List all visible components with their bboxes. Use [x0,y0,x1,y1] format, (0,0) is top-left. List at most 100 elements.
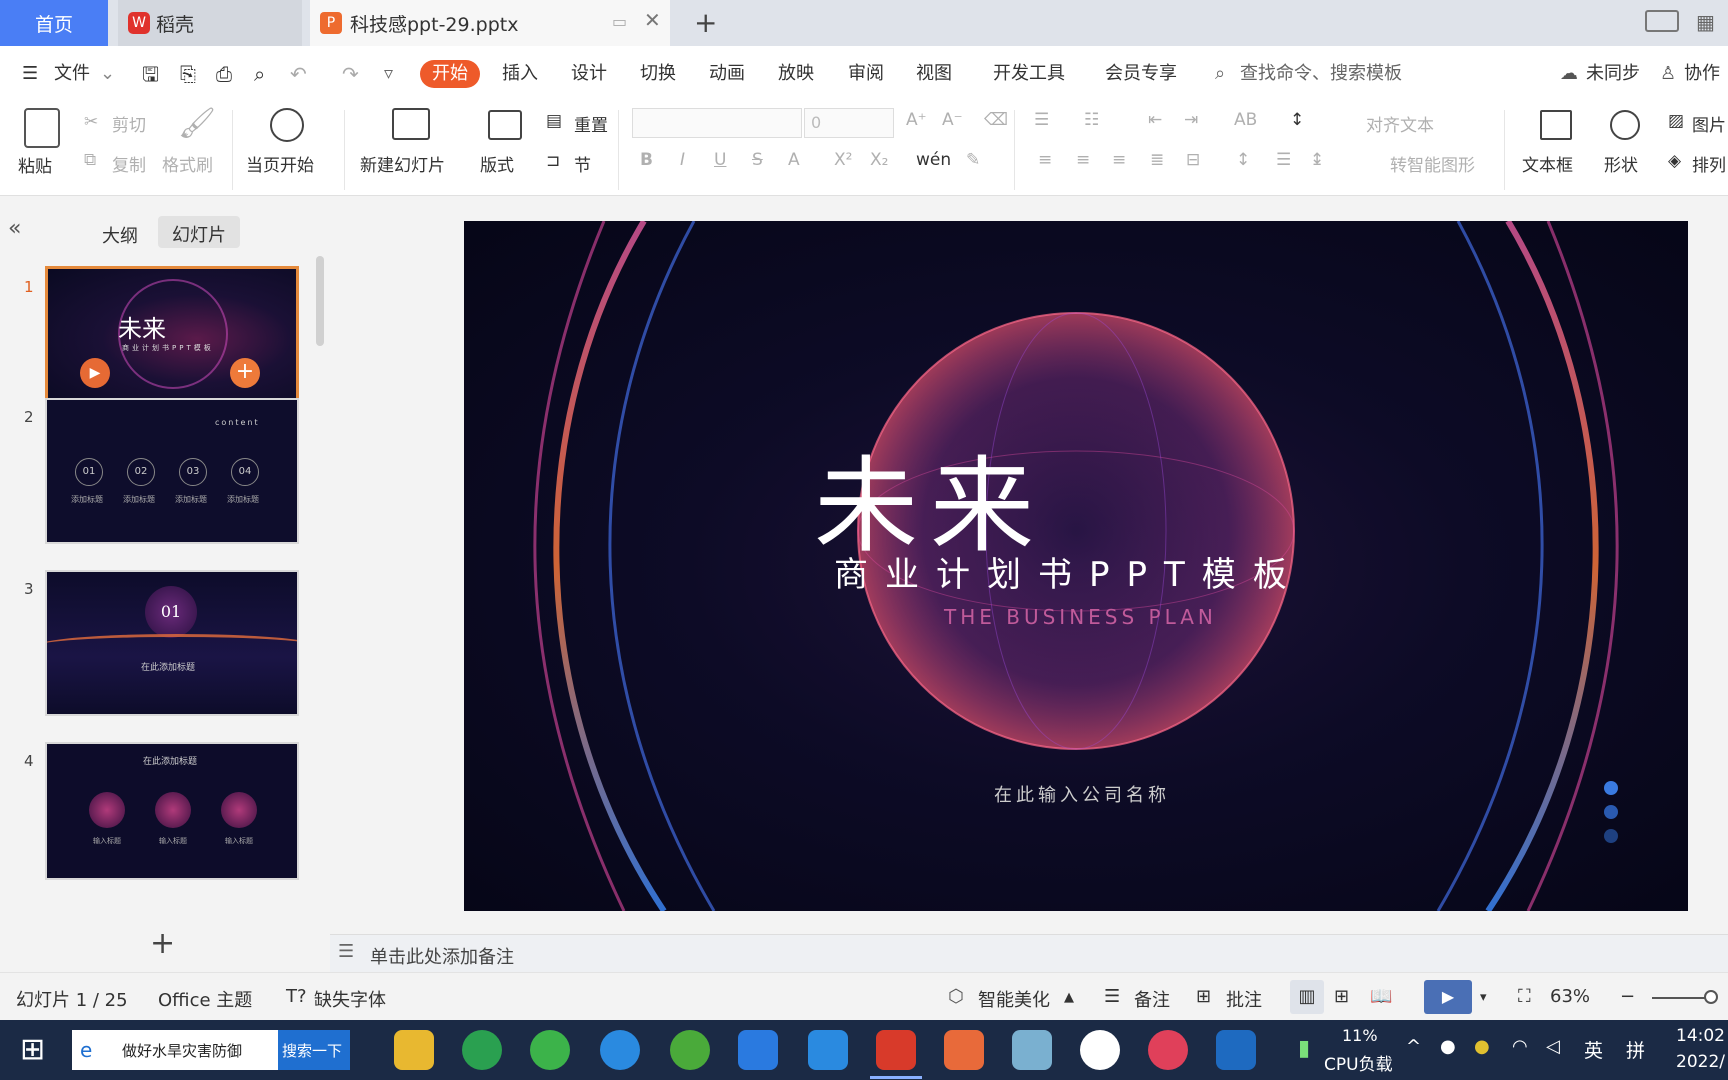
notes-toggle-button[interactable]: 备注 [1134,986,1170,1012]
normal-view-icon[interactable]: ▥ [1290,980,1324,1014]
zoom-out-button[interactable]: − [1620,986,1635,1007]
chevron-down-icon[interactable]: ⌄ [100,60,115,88]
command-search-input[interactable]: 查找命令、搜索模板 [1240,60,1402,88]
from-current-button[interactable]: 当页开始 [246,151,314,176]
menu-transition[interactable]: 切换 [640,60,676,88]
arrange-button[interactable]: 排列 [1692,151,1726,176]
line-spacing-icon[interactable]: ↕ [1236,150,1250,170]
distribute-icon[interactable]: ⊟ [1186,150,1200,170]
company-name[interactable]: 在此输入公司名称 [994,781,1170,807]
tab-document[interactable]: P 科技感ppt-29.pptx ▭ ✕ [310,0,670,46]
file-menu[interactable]: 文件 [54,60,90,88]
video-player-icon[interactable] [1216,1030,1256,1070]
sort-icon[interactable]: ↕ [1290,110,1304,130]
customize-quick-icon[interactable]: ▿ [384,60,393,88]
shape-button[interactable]: 形状 [1604,151,1638,176]
paste-button[interactable]: 粘贴 [18,152,52,177]
layout-icon[interactable] [488,110,522,140]
baidu-netdisk-icon[interactable] [1080,1030,1120,1070]
slides-tab[interactable]: 幻灯片 [158,216,240,248]
phonetic-icon[interactable]: wén [916,150,951,170]
menu-developer[interactable]: 开发工具 [993,60,1065,88]
new-slide-icon[interactable] [392,108,430,140]
subscript-icon[interactable]: X₂ [870,150,888,170]
slide-thumbnail-2[interactable]: content 01 02 03 04 添加标题 添加标题 添加标题 添加标题 [45,398,299,544]
save-icon[interactable]: 🖫 [142,60,159,88]
numbered-list-icon[interactable]: ☷ [1084,110,1099,130]
slide-canvas[interactable]: 未来 商业计划书PPT模板 THE BUSINESS PLAN 在此输入公司名称 [464,221,1688,911]
search-button[interactable]: 搜索一下 [278,1030,350,1070]
tag-app-icon[interactable] [1148,1030,1188,1070]
window-icon[interactable]: ▭ [612,12,627,31]
zoom-slider-handle[interactable] [1704,990,1718,1004]
feishu-icon[interactable] [738,1030,778,1070]
section-button[interactable]: 节 [574,151,591,176]
shape-icon[interactable] [1610,110,1640,140]
slide-subtitle[interactable]: 商业计划书PPT模板 [834,547,1304,596]
picture-button[interactable]: 图片 [1692,111,1726,136]
italic-icon[interactable]: I [680,150,685,170]
notes-placeholder[interactable]: 单击此处添加备注 [370,943,514,969]
slide-thumbnail-1[interactable]: 未来 商业计划书PPT模板 [45,266,299,412]
outline-tab[interactable]: 大纲 [102,222,138,248]
collaborate-button[interactable]: 协作 [1684,60,1720,88]
ime-language[interactable]: 英 [1584,1036,1603,1063]
cut-button[interactable]: 剪切 [112,111,146,136]
comment-button[interactable]: 批注 [1226,986,1262,1012]
page-view-icon[interactable] [1645,10,1679,32]
edge-icon[interactable] [670,1030,710,1070]
format-painter-button[interactable]: 格式刷 [162,151,213,176]
wps-ppt-icon[interactable] [944,1030,984,1070]
tray-expand-icon[interactable]: ^ [1406,1036,1421,1057]
play-slideshow-button[interactable]: ▶ [1424,980,1472,1014]
layout-button[interactable]: 版式 [480,151,514,176]
tray-app-icon[interactable]: ● [1474,1036,1490,1057]
underline-icon[interactable]: U [714,150,726,170]
add-slide-button[interactable]: + [230,358,260,388]
new-slide-button[interactable]: 新建幻灯片 [360,151,445,176]
font-size-select[interactable]: 0 [804,108,894,138]
wps-icon[interactable] [876,1030,916,1070]
export-pdf-icon[interactable]: ⎘ [180,60,196,88]
missing-font-button[interactable]: 缺失字体 [314,986,386,1012]
ime-mode[interactable]: 拼 [1626,1036,1645,1063]
slide-thumbnail-3[interactable]: 01 在此添加标题 [45,570,299,716]
menu-review[interactable]: 审阅 [848,60,884,88]
menu-member[interactable]: 会员专享 [1105,60,1177,88]
copy-button[interactable]: 复制 [112,151,146,176]
qq-browser-icon[interactable] [600,1030,640,1070]
increase-indent-icon[interactable]: ⇥ [1184,110,1198,130]
grid-apps-icon[interactable]: ▦ [1696,10,1715,34]
clock-time[interactable]: 14:02 [1676,1026,1725,1046]
tab-daoke[interactable]: W 稻壳 [118,0,302,46]
slide-thumbnail-4[interactable]: 在此添加标题 输入标题 输入标题 输入标题 [45,742,299,880]
text-direction-icon[interactable]: AB [1234,110,1257,130]
bold-icon[interactable]: B [640,150,653,170]
menu-animation[interactable]: 动画 [709,60,745,88]
strikethrough-icon[interactable]: S [752,150,763,170]
file-explorer-icon[interactable] [394,1030,434,1070]
decrease-indent-icon[interactable]: ⇤ [1148,110,1162,130]
decrease-font-icon[interactable]: A⁻ [942,110,963,130]
sync-status[interactable]: 未同步 [1586,60,1640,88]
font-family-select[interactable] [632,108,802,138]
sorter-view-icon[interactable]: ⊞ [1334,986,1349,1007]
theme-name[interactable]: Office 主题 [158,986,252,1012]
fit-window-icon[interactable]: ⛶ [1518,986,1531,1007]
play-slide-button[interactable]: ▶ [80,358,110,388]
toolbox-icon[interactable] [808,1030,848,1070]
print-preview-icon[interactable]: ⌕ [254,60,265,88]
qq-tray-icon[interactable]: ● [1440,1036,1456,1057]
font-color-icon[interactable]: A [788,150,800,170]
notes-pane[interactable]: ☰ 单击此处添加备注 [330,934,1728,972]
menu-slideshow[interactable]: 放映 [778,60,814,88]
paragraph-spacing-icon[interactable]: ☰ [1276,150,1291,170]
superscript-icon[interactable]: X² [834,150,852,170]
chevron-down-icon[interactable]: ▾ [1480,990,1487,1005]
textbox-icon[interactable] [1540,110,1572,140]
menu-insert[interactable]: 插入 [502,60,538,88]
zoom-slider[interactable] [1652,997,1712,999]
increase-font-icon[interactable]: A⁺ [906,110,927,130]
new-slide-plus-button[interactable]: + [150,926,175,961]
align-center-icon[interactable]: ≡ [1076,150,1090,170]
